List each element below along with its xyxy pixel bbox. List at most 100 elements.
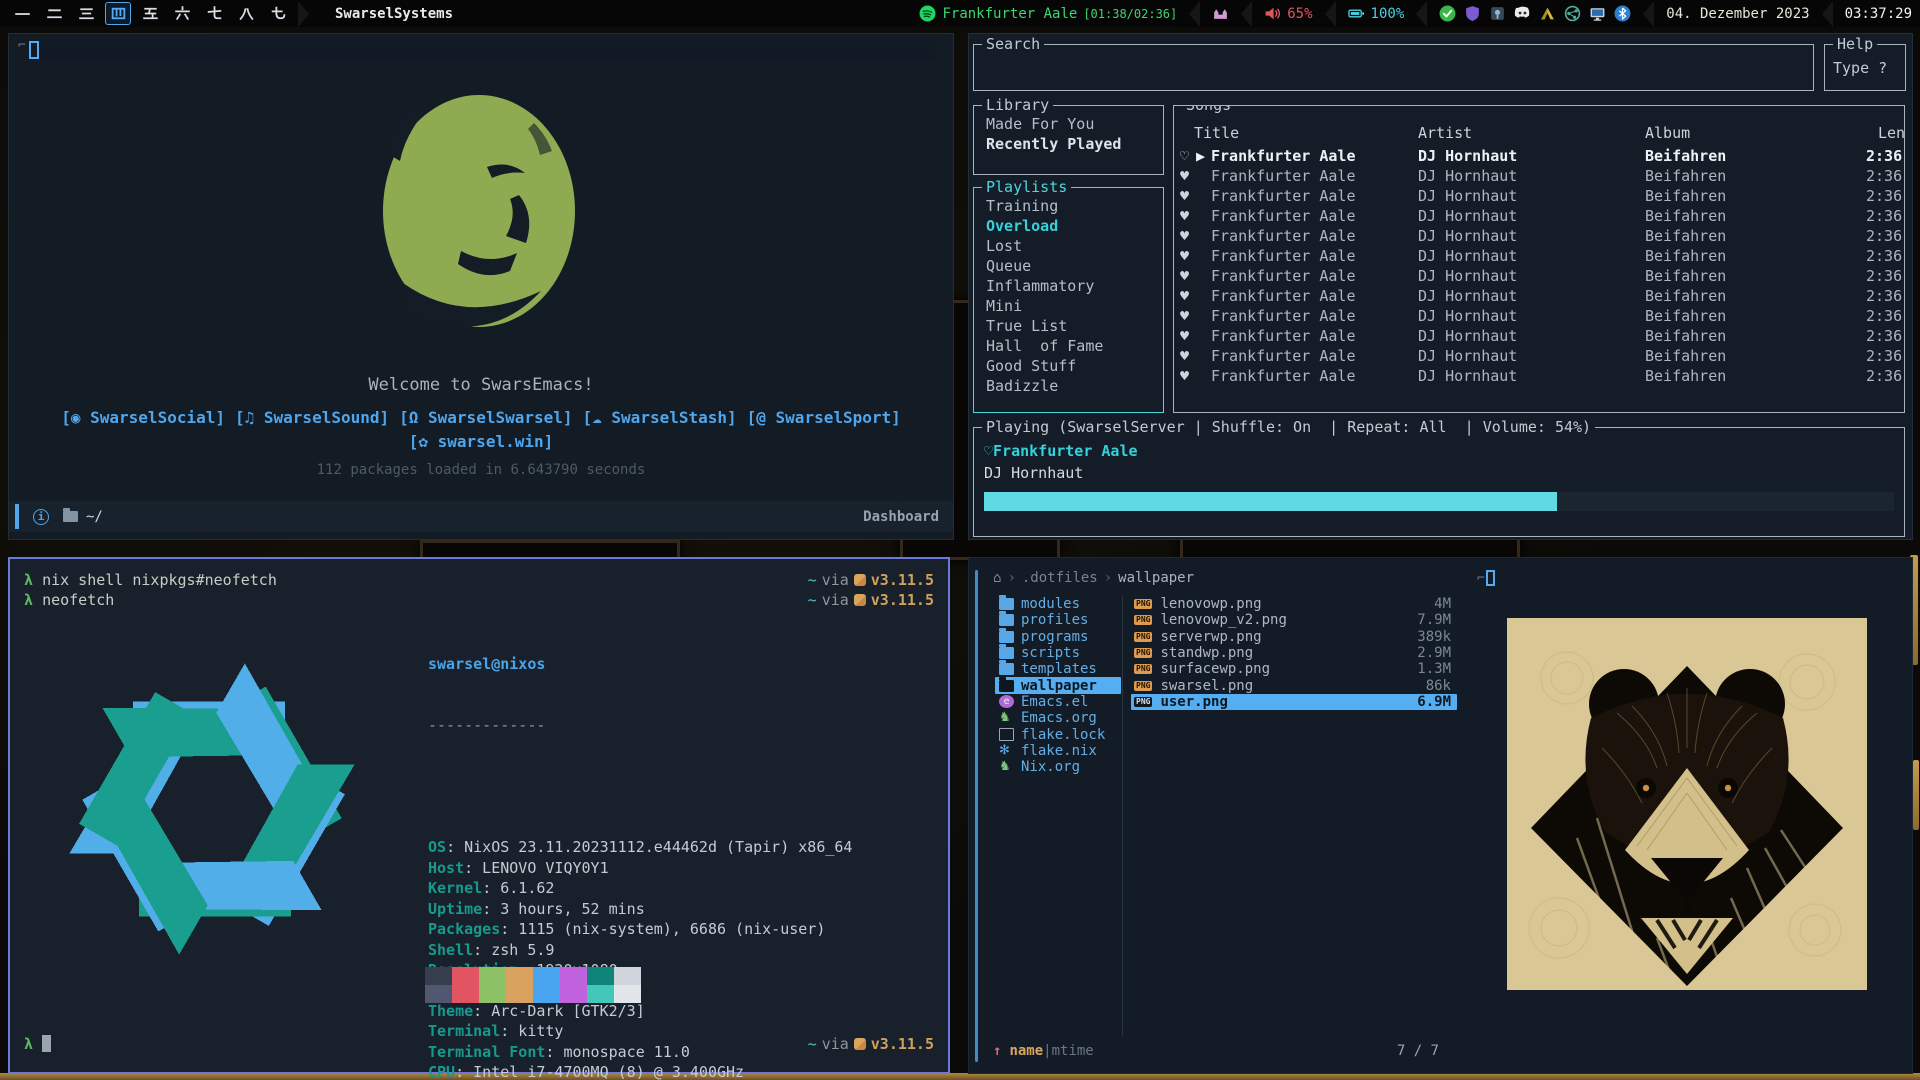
tray-icon-check[interactable]: [1439, 5, 1456, 22]
tray-icon-shield[interactable]: [1464, 5, 1481, 22]
playlist-item[interactable]: Inflammatory: [986, 276, 1163, 296]
song-row[interactable]: ♥ Frankfurter Aale DJ Hornhaut Beifahren…: [1174, 306, 1904, 326]
favorite-heart-icon[interactable]: ♥: [1180, 166, 1189, 186]
dir-item[interactable]: flake.lock: [995, 726, 1121, 742]
song-row[interactable]: ♥ Frankfurter Aale DJ Hornhaut Beifahren…: [1174, 346, 1904, 366]
workspace-5[interactable]: [137, 2, 163, 25]
library-box: Library Made For YouRecently Played: [973, 105, 1164, 175]
terminal-window[interactable]: λ nix shell nixpkgs#neofetch ~viav3.11.5…: [8, 557, 950, 1074]
song-row[interactable]: ♥ Frankfurter Aale DJ Hornhaut Beifahren…: [1174, 326, 1904, 346]
volume-module[interactable]: 65%: [1264, 5, 1312, 22]
now-playing-box-label: Playing (SwarselServer | Shuffle: On | R…: [982, 418, 1595, 436]
workspace-6[interactable]: [169, 2, 195, 25]
discord-icon[interactable]: [1514, 5, 1531, 22]
tray-icon-keepass[interactable]: [1489, 5, 1506, 22]
workspace-2[interactable]: [41, 2, 67, 25]
dir-item[interactable]: scripts: [995, 645, 1121, 661]
song-row[interactable]: ♥ Frankfurter Aale DJ Hornhaut Beifahren…: [1174, 226, 1904, 246]
dir-item[interactable]: Nix.org: [995, 759, 1121, 775]
playlist-item[interactable]: Overload: [986, 216, 1163, 236]
library-item[interactable]: Recently Played: [986, 134, 1163, 154]
favorite-heart-icon[interactable]: ♥: [1180, 206, 1189, 226]
image-preview-bear: [1507, 618, 1867, 990]
favorite-heart-icon[interactable]: ♥: [1180, 326, 1189, 346]
favorite-heart-icon[interactable]: ♥: [1180, 186, 1189, 206]
favorite-heart-icon[interactable]: ♥: [1180, 246, 1189, 266]
dashboard-link-swarsel-win[interactable]: [✿ swarsel.win]: [409, 432, 554, 451]
file-item[interactable]: PNG lenovowp.png 4M: [1131, 596, 1457, 612]
dir-item[interactable]: profiles: [995, 612, 1121, 628]
dashboard-link[interactable]: [Ω SwarselSwarsel]: [399, 408, 572, 427]
tray-icon-tent[interactable]: [1539, 5, 1556, 22]
file-manager-scrollbar[interactable]: [975, 570, 978, 1062]
sort-alt[interactable]: |mtime: [1043, 1043, 1094, 1059]
workspace-3[interactable]: [73, 2, 99, 25]
file-item[interactable]: PNG user.png 6.9M: [1131, 694, 1457, 710]
file-item[interactable]: PNG surfacewp.png 1.3M: [1131, 661, 1457, 677]
workspace-8[interactable]: [233, 2, 259, 25]
dir-item[interactable]: Emacs.org: [995, 710, 1121, 726]
song-row[interactable]: ♥ Frankfurter Aale DJ Hornhaut Beifahren…: [1174, 166, 1904, 186]
parent-directory-pane: modules profiles programs scripts: [995, 596, 1121, 775]
song-row[interactable]: ♥ Frankfurter Aale DJ Hornhaut Beifahren…: [1174, 186, 1904, 206]
song-row[interactable]: ♥ Frankfurter Aale DJ Hornhaut Beifahren…: [1174, 266, 1904, 286]
song-row[interactable]: ♥ Frankfurter Aale DJ Hornhaut Beifahren…: [1174, 206, 1904, 226]
playlist-item[interactable]: Lost: [986, 236, 1163, 256]
dashboard-link[interactable]: [☁ SwarselStash]: [583, 408, 737, 427]
tray-icon-castle[interactable]: [1212, 5, 1229, 22]
playlist-item[interactable]: Mini: [986, 296, 1163, 316]
dir-item[interactable]: flake.nix: [995, 743, 1121, 759]
workspace-9[interactable]: [265, 2, 291, 25]
playlist-item[interactable]: Queue: [986, 256, 1163, 276]
favorite-heart-icon[interactable]: ♥: [1180, 266, 1189, 286]
battery-module[interactable]: 100%: [1348, 5, 1405, 22]
song-row[interactable]: ♥ Frankfurter Aale DJ Hornhaut Beifahren…: [1174, 286, 1904, 306]
right-prompt-1: ~viav3.11.5: [808, 571, 934, 589]
favorite-heart-icon[interactable]: ♥: [1180, 306, 1189, 326]
workspace-1[interactable]: [9, 2, 35, 25]
file-item[interactable]: PNG standwp.png 2.9M: [1131, 645, 1457, 661]
dir-item[interactable]: wallpaper: [995, 677, 1121, 693]
monitor-icon[interactable]: [1589, 5, 1606, 22]
spotify-module[interactable]: Frankfurter Aale [01:38/02:36]: [919, 5, 1177, 22]
song-row[interactable]: ♥ Frankfurter Aale DJ Hornhaut Beifahren…: [1174, 366, 1904, 386]
emacs-tab-bar[interactable]: [35, 41, 935, 60]
breadcrumb-current[interactable]: wallpaper: [1118, 570, 1194, 586]
playlist-item[interactable]: Badizzle: [986, 376, 1163, 396]
shell-prompt[interactable]: λ: [24, 1035, 51, 1053]
png-badge-icon: PNG: [1134, 615, 1152, 625]
song-row[interactable]: ♡ ▶ Frankfurter Aale DJ Hornhaut Beifahr…: [1174, 146, 1904, 166]
file-item[interactable]: PNG lenovowp_v2.png 7.9M: [1131, 612, 1457, 628]
workspace-7[interactable]: [201, 2, 227, 25]
workspace-4-active[interactable]: [105, 2, 131, 25]
dashboard-link[interactable]: [◉ SwarselSocial]: [61, 408, 225, 427]
dir-item[interactable]: templates: [995, 661, 1121, 677]
playlist-item[interactable]: Training: [986, 196, 1163, 216]
dir-item[interactable]: programs: [995, 629, 1121, 645]
favorite-heart-icon[interactable]: ♥: [1180, 346, 1189, 366]
file-type-icon: [999, 728, 1014, 741]
heart-icon: ♡: [984, 442, 993, 460]
syncthing-icon[interactable]: [1564, 5, 1581, 22]
favorite-heart-icon[interactable]: ♥: [1180, 286, 1189, 306]
sort-key[interactable]: name: [1009, 1043, 1043, 1059]
dashboard-link[interactable]: [♫ SwarselSound]: [235, 408, 389, 427]
dir-item[interactable]: modules: [995, 596, 1121, 612]
song-row[interactable]: ♥ Frankfurter Aale DJ Hornhaut Beifahren…: [1174, 246, 1904, 266]
favorite-heart-icon[interactable]: ♥: [1180, 366, 1189, 386]
playlist-item[interactable]: Hall of Fame: [986, 336, 1163, 356]
breadcrumb-parent[interactable]: .dotfiles: [1022, 570, 1098, 586]
dir-item[interactable]: Emacs.el: [995, 694, 1121, 710]
file-item[interactable]: PNG swarsel.png 86k: [1131, 677, 1457, 693]
favorite-heart-icon[interactable]: ♡: [1180, 146, 1189, 166]
playlist-item[interactable]: Good Stuff: [986, 356, 1163, 376]
progress-bar[interactable]: [984, 492, 1894, 511]
dashboard-link[interactable]: [@ SwarselSport]: [747, 408, 901, 427]
playlist-item[interactable]: True List: [986, 316, 1163, 336]
search-input[interactable]: Search: [973, 44, 1814, 91]
bluetooth-icon[interactable]: [1614, 5, 1631, 22]
library-item[interactable]: Made For You: [986, 114, 1163, 134]
search-box-label: Search: [982, 35, 1044, 53]
file-item[interactable]: PNG serverwp.png 389k: [1131, 629, 1457, 645]
favorite-heart-icon[interactable]: ♥: [1180, 226, 1189, 246]
